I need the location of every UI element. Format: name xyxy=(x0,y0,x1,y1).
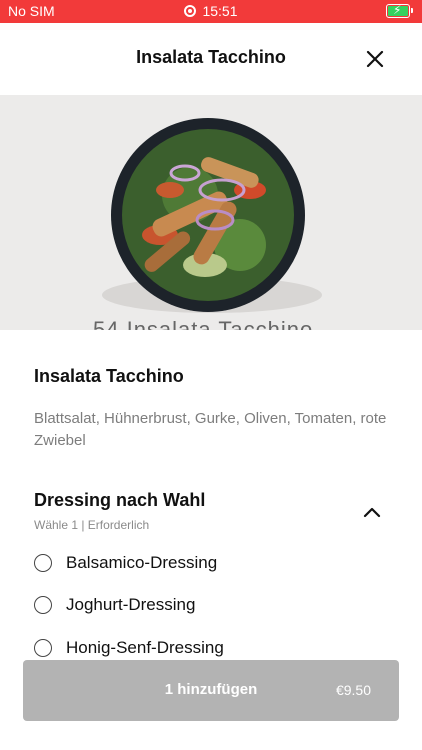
cart-price: €9.50 xyxy=(335,682,371,698)
dressing-section-title: Dressing nach Wahl xyxy=(34,490,206,510)
chevron-up-icon[interactable] xyxy=(362,504,382,520)
screen-recording-icon xyxy=(184,5,197,17)
item-description: Blattsalat, Hühnerbrust, Gurke, Oliven, … xyxy=(34,410,387,449)
dressing-option-label: Joghurt-Dressing xyxy=(66,595,196,614)
image-caption: 54 Insalata Tacchino xyxy=(93,317,314,330)
item-name: Insalata Tacchino xyxy=(34,366,184,386)
page-title: Insalata Tacchino xyxy=(136,47,286,67)
dressing-option-label: Balsamico-Dressing xyxy=(66,553,218,572)
product-image: 54 Insalata Tacchino xyxy=(0,95,422,330)
modal-header: Insalata Tacchino xyxy=(0,23,422,96)
status-time: 15:51 xyxy=(202,3,238,19)
radio-button[interactable] xyxy=(34,596,52,614)
salad-bowl-image xyxy=(102,118,322,313)
status-bar: No SIM 15:51 ⚡ xyxy=(0,0,422,23)
dressing-option-label: Honig-Senf-Dressing xyxy=(66,638,224,657)
close-icon[interactable] xyxy=(365,49,385,69)
add-to-cart-button[interactable]: 1 hinzufügen €9.50 xyxy=(23,660,399,721)
radio-button[interactable] xyxy=(34,639,52,657)
radio-button[interactable] xyxy=(34,554,52,572)
battery-charging-icon: ⚡ xyxy=(386,3,413,18)
dressing-section-subtitle: Wähle 1 | Erforderlich xyxy=(34,518,150,532)
status-center: 15:51 xyxy=(0,3,422,19)
